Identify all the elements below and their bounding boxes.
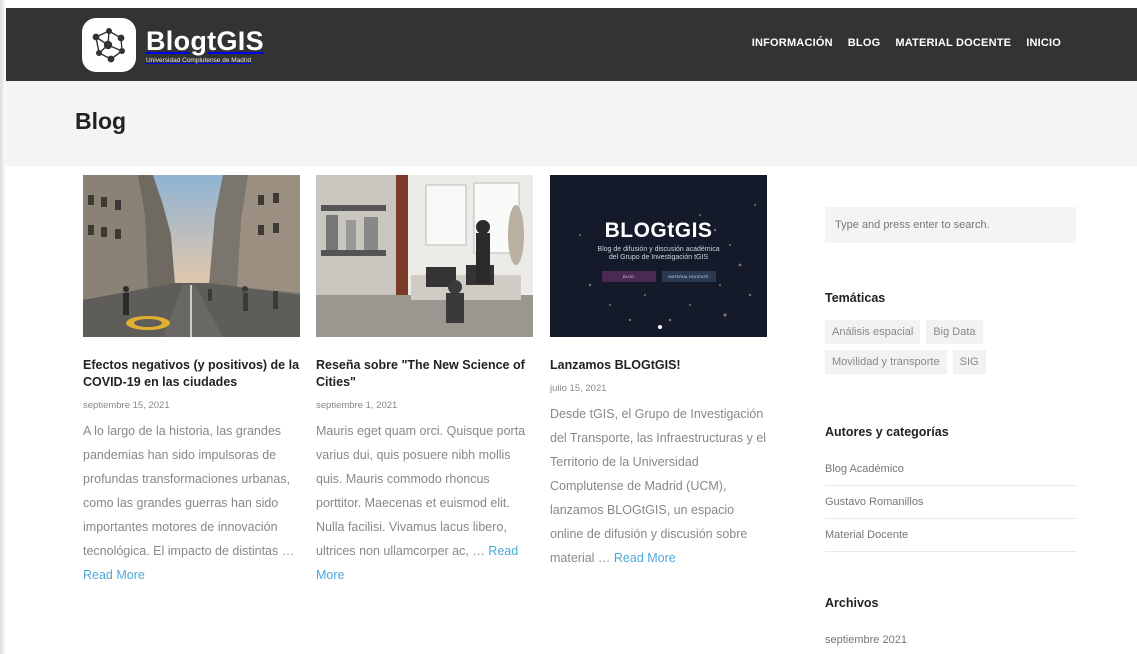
post-excerpt-text: Desde tGIS, el Grupo de Investigación de…	[550, 407, 767, 565]
post-thumbnail-banner[interactable]: BLOGtGIS Blog de difusión y discusión ac…	[550, 175, 767, 337]
author-link-gustavo-romanillos[interactable]: Gustavo Romanillos	[825, 486, 1077, 519]
archivos-heading: Archivos	[825, 596, 879, 610]
banner-line-2: del Grupo de Investigación tGIS	[608, 254, 709, 261]
archive-link-september-2021[interactable]: septiembre 2021	[825, 634, 907, 646]
tag-cloud: Análisis espacial Big Data Movilidad y t…	[825, 320, 1085, 374]
post-card: BLOGtGIS Blog de difusión y discusión ac…	[550, 175, 767, 570]
nav-inicio[interactable]: INICIO	[1026, 37, 1061, 49]
banner-material-button[interactable]: MATERIAL DOCENTE	[661, 271, 716, 282]
site-logo[interactable]: BlogtGIS Universidad Complutense de Madr…	[82, 18, 264, 72]
post-excerpt-text: A lo largo de la historia, las grandes p…	[83, 424, 295, 558]
site-subtitle: Universidad Complutense de Madrid	[146, 56, 252, 64]
post-card: Reseña sobre "The New Science of Cities"…	[316, 175, 533, 587]
post-excerpt: A lo largo de la historia, las grandes p…	[83, 419, 300, 587]
nav-informacion[interactable]: INFORMACIÓN	[752, 37, 833, 49]
author-link-material-docente[interactable]: Material Docente	[825, 519, 1077, 552]
autores-heading: Autores y categorías	[825, 425, 949, 439]
network-logo-icon	[82, 18, 136, 72]
banner-title: BLOGtGIS	[604, 219, 713, 242]
post-excerpt-text: Mauris eget quam orci. Quisque porta var…	[316, 424, 526, 558]
post-excerpt: Desde tGIS, el Grupo de Investigación de…	[550, 402, 767, 570]
page-title-band: Blog	[6, 81, 1137, 166]
tag-sig[interactable]: SIG	[952, 350, 986, 374]
site-header: BlogtGIS Universidad Complutense de Madr…	[6, 8, 1137, 81]
post-title[interactable]: Lanzamos BLOGtGIS!	[550, 357, 767, 374]
post-excerpt: Mauris eget quam orci. Quisque porta var…	[316, 419, 533, 587]
read-more-link[interactable]: Read More	[83, 568, 145, 582]
banner-blog-button[interactable]: BLOG	[601, 271, 656, 282]
main-nav: INFORMACIÓN BLOG MATERIAL DOCENTE INICIO	[752, 37, 1061, 49]
tematicas-heading: Temáticas	[825, 291, 886, 305]
read-more-link[interactable]: Read More	[614, 551, 676, 565]
post-thumbnail-street[interactable]	[83, 175, 300, 337]
nav-blog[interactable]: BLOG	[848, 37, 881, 49]
nav-material-docente[interactable]: MATERIAL DOCENTE	[895, 37, 1011, 49]
post-thumbnail-lab[interactable]	[316, 175, 533, 337]
authors-list: Blog Académico Gustavo Romanillos Materi…	[825, 453, 1077, 552]
site-name: BlogtGIS	[146, 25, 264, 56]
page-title: Blog	[75, 108, 127, 134]
post-title[interactable]: Reseña sobre "The New Science of Cities"	[316, 357, 533, 391]
post-date: julio 15, 2021	[550, 383, 607, 394]
post-card: Efectos negativos (y positivos) de la CO…	[83, 175, 300, 587]
post-date: septiembre 1, 2021	[316, 400, 398, 411]
post-date: septiembre 15, 2021	[83, 400, 170, 411]
tag-movilidad-transporte[interactable]: Movilidad y transporte	[825, 350, 947, 374]
tag-big-data[interactable]: Big Data	[926, 320, 983, 344]
author-link-blog-academico[interactable]: Blog Académico	[825, 453, 1077, 486]
banner-line-1: Blog de difusión y discusión académica	[597, 246, 720, 253]
search-input[interactable]	[825, 207, 1076, 243]
post-title[interactable]: Efectos negativos (y positivos) de la CO…	[83, 357, 300, 391]
tag-analisis-espacial[interactable]: Análisis espacial	[825, 320, 921, 344]
